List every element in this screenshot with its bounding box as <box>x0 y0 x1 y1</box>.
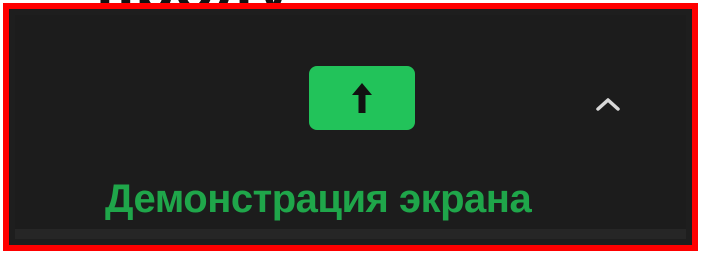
toolbar-bottom-strip <box>15 229 686 239</box>
share-screen-button[interactable] <box>309 66 415 130</box>
highlight-frame: Демонстрация экрана <box>3 3 698 251</box>
share-screen-label[interactable]: Демонстрация экрана <box>105 175 532 223</box>
arrow-up-icon <box>352 83 372 113</box>
chevron-up-icon[interactable] <box>595 95 621 113</box>
screenshot-stage: проду Демонстрация экрана <box>0 0 701 254</box>
meeting-toolbar: Демонстрация экрана <box>15 15 686 239</box>
